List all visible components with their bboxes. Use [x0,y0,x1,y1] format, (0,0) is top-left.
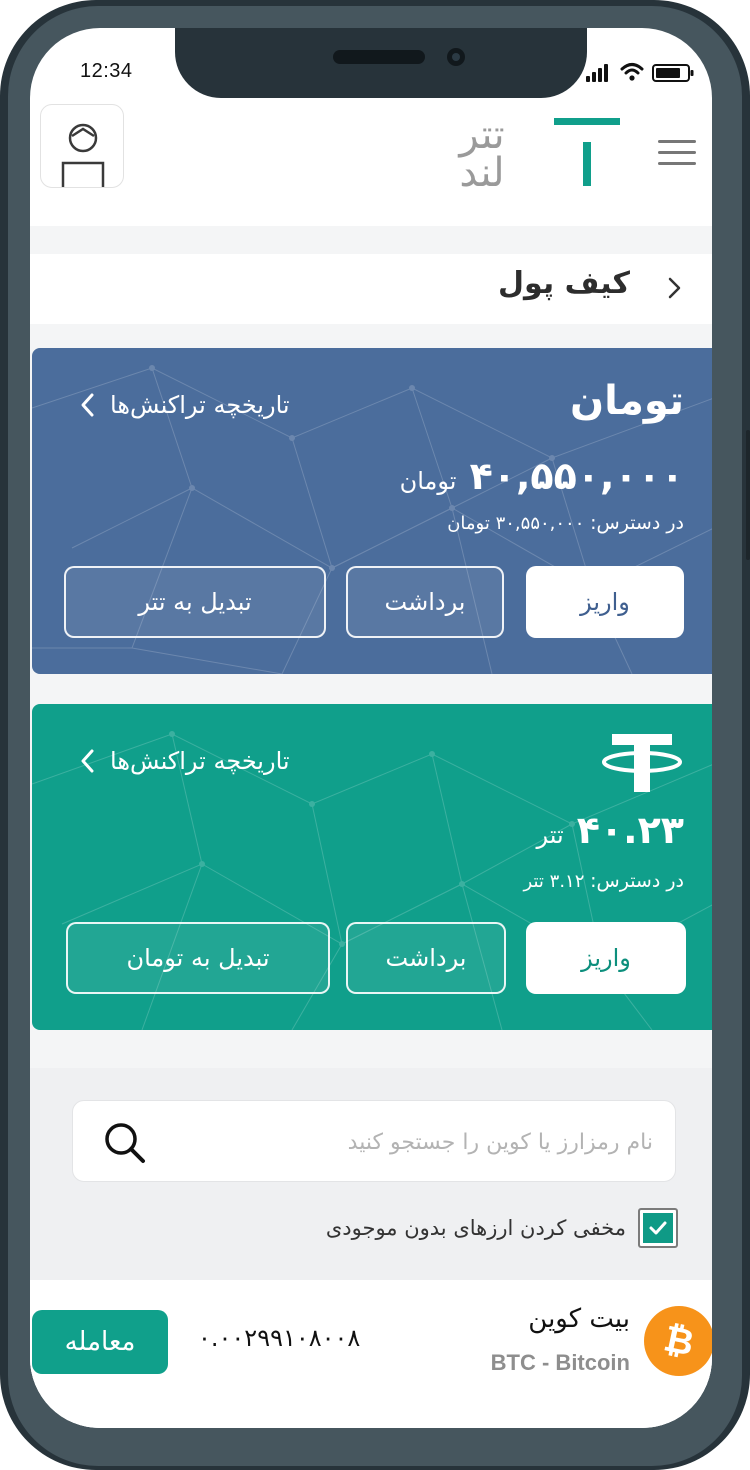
logo-wordmark-bottom: لند [459,150,505,196]
coin-name: بیت کوین [528,1304,630,1334]
back-chevron-icon[interactable] [662,276,686,300]
logo-mark-icon [554,118,620,186]
tether-balance-amount: ۴۰.۲۳ [576,808,684,852]
convert-to-tether-button[interactable]: تبدیل به تتر [64,566,326,638]
trade-button[interactable]: معامله [32,1310,168,1374]
coin-search-input[interactable] [181,1121,655,1163]
phone-screen: 12:34 تتر لند کیف پول تومان تاریخچه تراک… [30,28,712,1428]
toman-available: در دسترس: ۳۰,۵۵۰,۰۰۰ تومان [447,512,684,534]
tether-icon [602,734,682,792]
page-title: کیف پول [498,266,630,301]
avatar-icon [61,123,105,187]
convert-to-toman-button[interactable]: تبدیل به تومان [66,922,330,994]
app-header: تتر لند [30,100,712,227]
coin-symbol: BTC - Bitcoin [490,1350,630,1375]
toman-balance-unit: تومان [399,467,457,495]
tether-withdraw-button[interactable]: برداشت [346,922,506,994]
tether-history-label: تاریخچه تراکنش‌ها [110,747,290,775]
hide-zero-balance-checkbox[interactable] [638,1208,678,1248]
hamburger-menu-button[interactable] [658,140,698,170]
toman-available-value: ۳۰,۵۵۰,۰۰۰ [495,513,585,534]
phone-frame: 12:34 تتر لند کیف پول تومان تاریخچه تراک… [0,0,750,1470]
hide-zero-balance-filter[interactable]: مخفی کردن ارزهای بدون موجودی [326,1208,678,1248]
hide-zero-balance-label: مخفی کردن ارزهای بدون موجودی [325,1216,626,1240]
tether-available-unit: تتر [523,871,544,892]
status-time: 12:34 [80,60,133,82]
search-icon[interactable] [101,1119,147,1165]
checkmark-icon [649,1221,667,1235]
notch [175,28,587,98]
coin-search-section: مخفی کردن ارزهای بدون موجودی [30,1068,712,1280]
toman-balance-amount: ۴۰,۵۵۰,۰۰۰ [469,454,684,498]
toman-history-link[interactable]: تاریخچه تراکنش‌ها [78,388,290,422]
tether-available: در دسترس: ۳.۱۲ تتر [524,870,684,892]
wifi-icon [620,63,644,81]
toman-deposit-button[interactable]: واریز [526,566,684,638]
profile-button[interactable] [40,104,124,188]
tether-deposit-button[interactable]: واریز [526,922,686,994]
tether-balance: ۴۰.۲۳ تتر [537,808,684,852]
status-icons [586,62,696,82]
toman-available-unit: تومان [447,513,490,534]
coin-list-item[interactable]: معامله ۰.۰۰۲۹۹۱۰۸۰۰۸ بیت کوین BTC - Bitc… [30,1280,712,1428]
tether-history-link[interactable]: تاریخچه تراکنش‌ها [78,744,290,778]
toman-wallet-card: تومان تاریخچه تراکنش‌ها ۴۰,۵۵۰,۰۰۰ تومان… [32,348,712,674]
page-title-row: کیف پول [30,254,712,324]
chevron-left-icon [81,393,94,417]
camera [447,48,465,66]
search-box [72,1100,676,1182]
bitcoin-icon: ₿ [644,1306,712,1376]
phone-side-button [746,430,750,560]
toman-history-label: تاریخچه تراکنش‌ها [110,391,290,419]
coin-balance-amount: ۰.۰۰۲۹۹۱۰۸۰۰۸ [198,1324,361,1352]
tetherland-logo[interactable]: تتر لند [416,112,626,196]
toman-card-title: تومان [569,378,684,424]
battery-icon [652,64,694,82]
signal-icon [586,62,610,82]
tether-wallet-card: تاریخچه تراکنش‌ها ۴۰.۲۳ تتر در دسترس: ۳.… [32,704,712,1030]
chevron-left-icon [81,749,94,773]
tether-balance-unit: تتر [536,821,564,849]
tether-available-value: ۳.۱۲ [549,871,585,892]
toman-withdraw-button[interactable]: برداشت [346,566,504,638]
toman-balance: ۴۰,۵۵۰,۰۰۰ تومان [400,454,684,498]
toman-available-label: در دسترس: [590,512,684,534]
checkbox-checked-fill [643,1213,673,1243]
tether-available-label: در دسترس: [590,870,684,892]
speaker [333,50,425,64]
